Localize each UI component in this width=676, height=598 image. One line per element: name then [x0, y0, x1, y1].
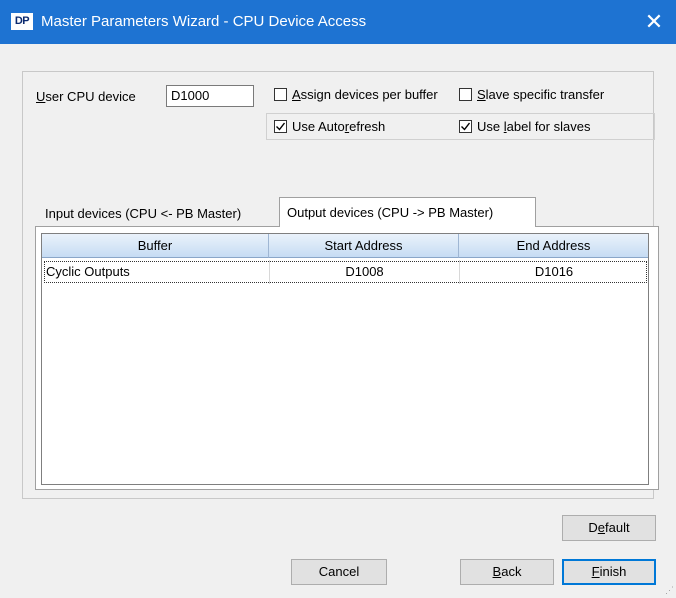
checkmark-icon [276, 122, 286, 131]
user-cpu-device-label-rest: ser CPU device [45, 89, 136, 104]
assign-per-buffer-checkbox[interactable]: Assign devices per buffer [274, 87, 438, 103]
user-cpu-device-input[interactable]: D1000 [166, 85, 254, 107]
back-button[interactable]: Back [460, 559, 554, 585]
output-devices-grid: Buffer Start Address End Address Cyclic … [41, 233, 649, 485]
user-cpu-device-label: User CPU device [36, 89, 136, 104]
column-header-end-address[interactable]: End Address [459, 234, 648, 258]
assign-per-buffer-box[interactable] [274, 88, 287, 101]
tab-input-devices[interactable]: Input devices (CPU <- PB Master) [41, 204, 245, 226]
column-header-buffer[interactable]: Buffer [42, 234, 269, 258]
close-icon[interactable]: ✕ [632, 0, 676, 44]
cancel-button[interactable]: Cancel [291, 559, 387, 585]
assign-per-buffer-label: ssign devices per buffer [300, 87, 438, 102]
use-autorefresh-box[interactable] [274, 120, 287, 133]
default-button-rest: fault [605, 520, 630, 535]
use-autorefresh-label: Use Autorefresh [292, 119, 386, 134]
finish-button-rest: inish [599, 564, 627, 579]
cell-end-address[interactable]: D1016 [459, 260, 648, 284]
default-button[interactable]: Default [562, 515, 656, 541]
tab-output-devices[interactable]: Output devices (CPU -> PB Master) [279, 197, 536, 227]
use-label-slaves-checkbox[interactable]: Use label for slaves [459, 119, 590, 135]
use-label-slaves-label: Use label for slaves [477, 119, 591, 134]
back-button-rest: ack [501, 564, 522, 579]
slave-specific-label: lave specific transfer [485, 87, 605, 102]
finish-button[interactable]: Finish [562, 559, 656, 585]
cell-buffer[interactable]: Cyclic Outputs [46, 260, 266, 284]
dp-app-icon: DP [11, 13, 33, 30]
checkmark-icon [461, 122, 471, 131]
use-label-slaves-box[interactable] [459, 120, 472, 133]
window-title: Master Parameters Wizard - CPU Device Ac… [41, 13, 367, 30]
resize-grip-icon[interactable]: ⋰ [665, 585, 674, 596]
column-header-start-address[interactable]: Start Address [269, 234, 459, 258]
cell-start-address[interactable]: D1008 [269, 260, 459, 284]
title-bar: DP Master Parameters Wizard - CPU Device… [0, 0, 676, 44]
slave-specific-box[interactable] [459, 88, 472, 101]
use-autorefresh-checkbox[interactable]: Use Autorefresh [274, 119, 385, 135]
slave-specific-checkbox[interactable]: Slave specific transfer [459, 87, 604, 103]
